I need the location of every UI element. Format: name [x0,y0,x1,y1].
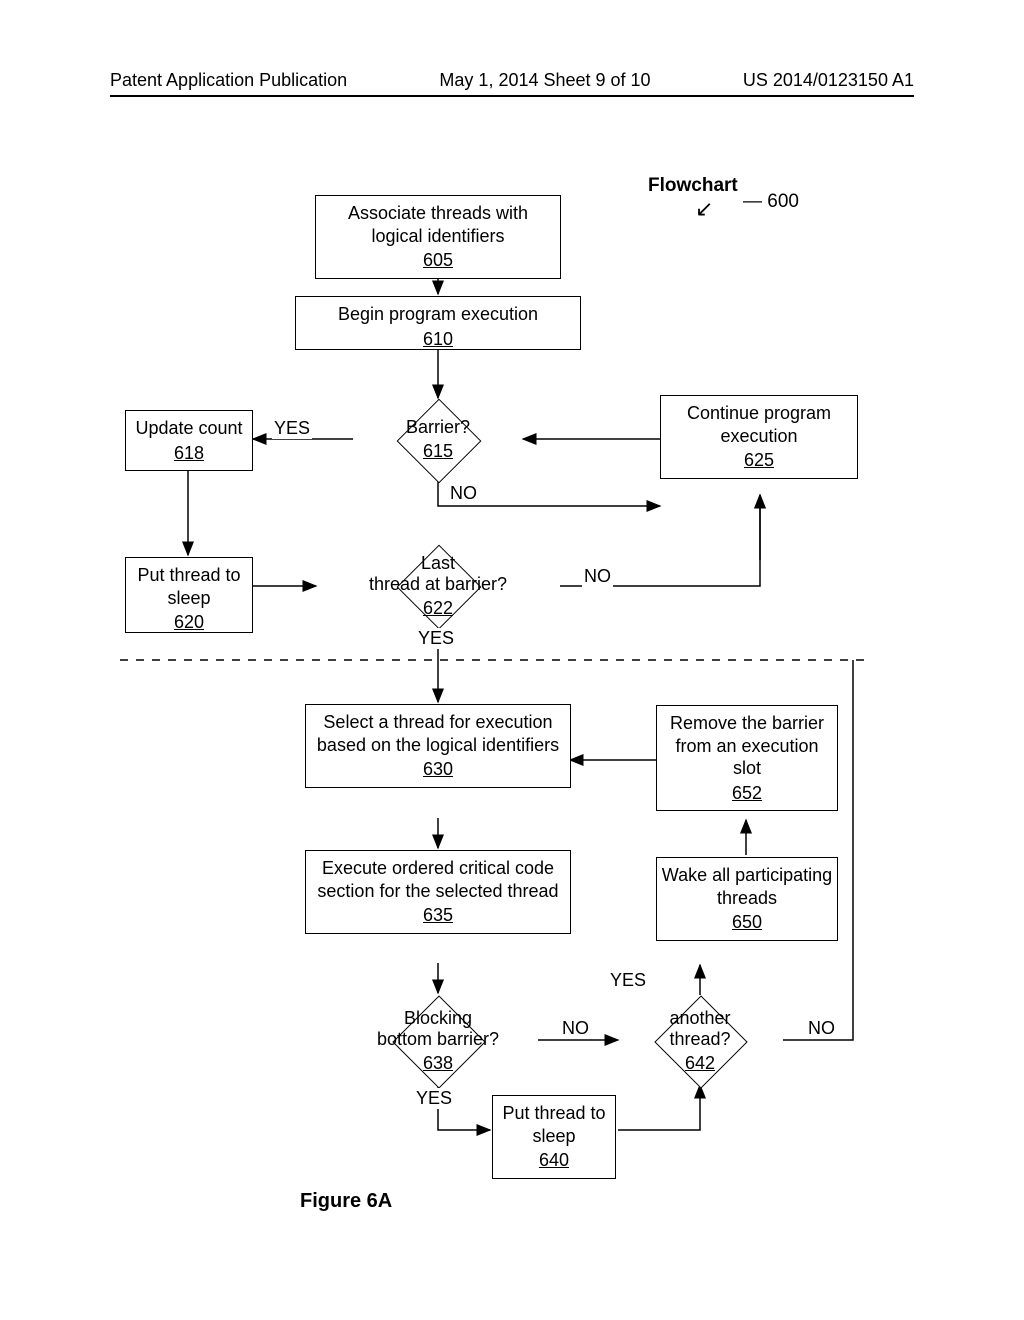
node-630-text: Select a thread for execution based on t… [310,711,566,756]
node-625: Continue program execution 625 [660,395,858,479]
node-610-text: Begin program execution [300,303,576,326]
node-620: Put thread to sleep 620 [125,557,253,633]
header-right: US 2014/0123150 A1 [743,70,914,91]
figure-caption: Figure 6A [300,1190,392,1213]
label-638-no: NO [560,1018,591,1039]
node-620-text: Put thread to sleep [130,564,248,609]
node-618: Update count 618 [125,410,253,471]
node-630: Select a thread for execution based on t… [305,704,571,788]
label-642-yes: YES [608,970,648,991]
flowchart-arrow-icon: ↙ [695,196,713,222]
node-638-ref: 638 [423,1053,453,1075]
node-635-text: Execute ordered critical code section fo… [310,857,566,902]
label-638-yes: YES [414,1088,454,1109]
node-635: Execute ordered critical code section fo… [305,850,571,934]
node-620-ref: 620 [174,611,204,634]
flowchart-title: Flowchart [648,175,738,197]
node-622-ref: 622 [423,598,453,620]
node-615: Barrier? 615 [380,400,496,480]
node-630-ref: 630 [423,758,453,781]
node-642-ref: 642 [685,1053,715,1075]
header-center: May 1, 2014 Sheet 9 of 10 [439,70,650,91]
node-650: Wake all participating threads 650 [656,857,838,941]
node-615-ref: 615 [423,441,453,463]
node-638: Blockingbottom barrier? 638 [338,995,538,1087]
node-650-text: Wake all participating threads [661,864,833,909]
node-618-text: Update count [130,417,248,440]
node-640: Put thread to sleep 640 [492,1095,616,1179]
node-605-text: Associate threads with logical identifie… [320,202,556,247]
page: Patent Application Publication May 1, 20… [0,0,1024,1320]
node-652-ref: 652 [732,782,762,805]
header-left: Patent Application Publication [110,70,347,91]
node-610-ref: 610 [423,328,453,351]
node-635-ref: 635 [423,904,453,927]
node-605: Associate threads with logical identifie… [315,195,561,279]
node-625-ref: 625 [744,449,774,472]
node-640-ref: 640 [539,1149,569,1172]
flowchart-number: — 600 [743,191,799,213]
node-625-text: Continue program execution [665,402,853,447]
node-652: Remove the barrier from an execution slo… [656,705,838,811]
node-605-ref: 605 [423,249,453,272]
page-header: Patent Application Publication May 1, 20… [110,70,914,97]
node-610: Begin program execution 610 [295,296,581,350]
node-615-text: Barrier? [406,417,470,439]
node-618-ref: 618 [174,442,204,465]
label-615-no: NO [448,483,479,504]
label-622-no: NO [582,566,613,587]
label-622-yes: YES [416,628,456,649]
node-652-text: Remove the barrier from an execution slo… [661,712,833,780]
label-615-yes: YES [272,418,312,439]
node-622: Lastthread at barrier? 622 [318,545,558,627]
node-642: anotherthread? 642 [618,995,782,1087]
label-642-no: NO [806,1018,837,1039]
node-640-text: Put thread to sleep [497,1102,611,1147]
node-650-ref: 650 [732,911,762,934]
